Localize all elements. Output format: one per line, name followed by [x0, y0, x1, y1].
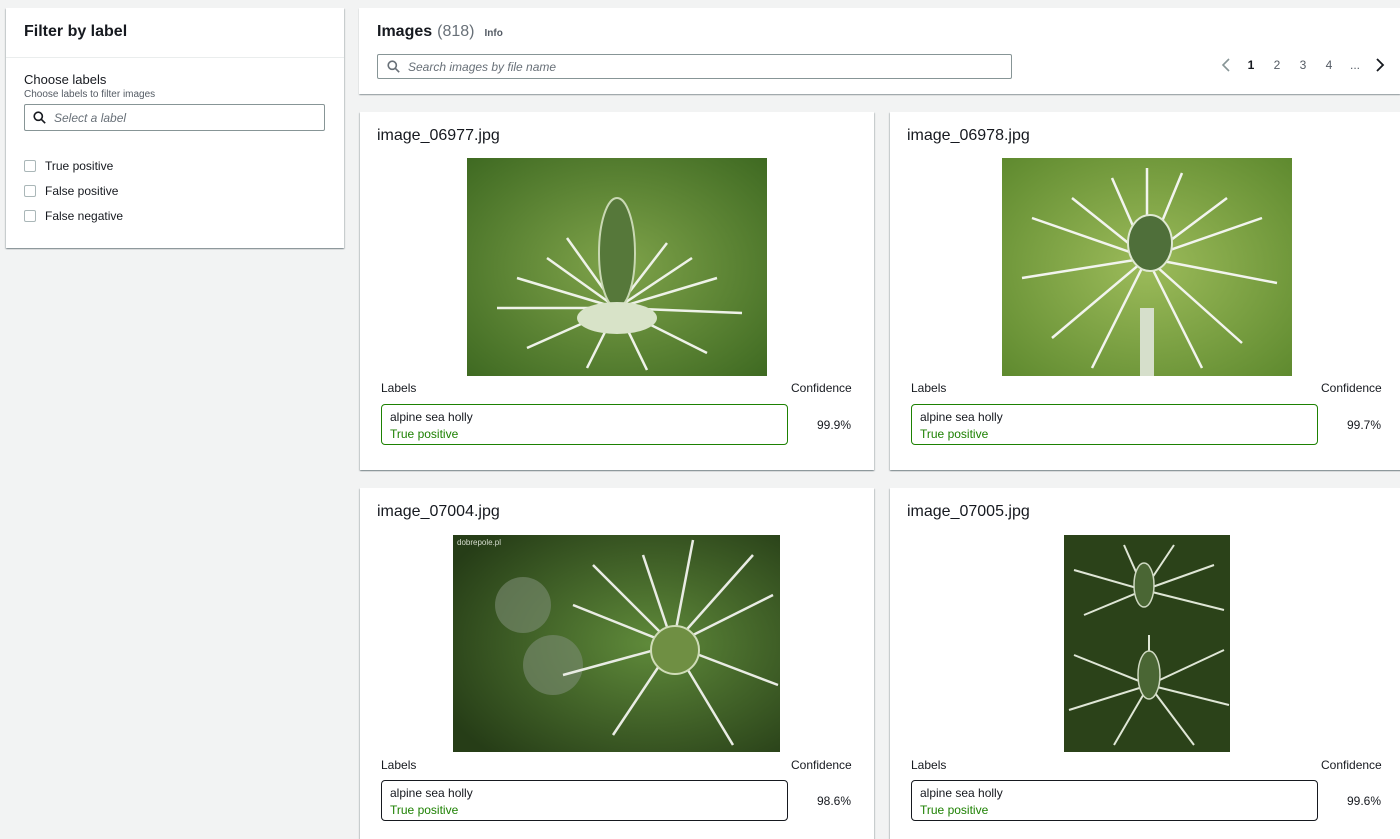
confidence-header: Confidence	[791, 758, 852, 772]
image-filename: image_07004.jpg	[377, 503, 500, 520]
image-search-input[interactable]: Search images by file name	[377, 54, 1012, 79]
confidence-value: 99.7%	[1347, 418, 1382, 432]
label-name: alpine sea holly	[390, 410, 473, 424]
filter-body: Choose labels Choose labels to filter im…	[6, 58, 344, 228]
images-count: (818)	[437, 23, 475, 40]
image-thumbnail[interactable]	[467, 158, 767, 376]
image-card: image_07004.jpg dobrepole.pl Labels Conf…	[360, 488, 874, 839]
label-select-input[interactable]: Select a label	[24, 104, 325, 131]
label-name: alpine sea holly	[390, 786, 473, 800]
image-thumbnail[interactable]: dobrepole.pl	[453, 535, 780, 752]
chevron-right-icon	[1376, 58, 1385, 72]
false-negative-label: False negative	[45, 208, 124, 223]
false-positive-option[interactable]: False positive	[24, 178, 326, 203]
images-title-row: Images (818) Info	[377, 23, 503, 41]
image-filename: image_07005.jpg	[907, 503, 1030, 520]
true-positive-label: True positive	[45, 158, 114, 173]
image-thumbnail[interactable]	[1064, 535, 1230, 752]
labels-header: Labels	[911, 758, 947, 772]
choose-labels-label: Choose labels	[24, 72, 107, 87]
confidence-value: 98.6%	[817, 794, 852, 808]
search-icon	[33, 111, 46, 124]
images-title: Images	[377, 23, 433, 40]
page-4-button[interactable]: 4	[1316, 58, 1342, 72]
labels-header: Labels	[381, 758, 417, 772]
label-result-box: alpine sea holly True positive	[911, 404, 1318, 445]
filter-title: Filter by label	[24, 23, 128, 40]
label-select-placeholder: Select a label	[54, 110, 127, 125]
image-card: image_06977.jpg Labels Confidence alpine…	[360, 112, 874, 470]
confidence-header: Confidence	[1321, 381, 1382, 395]
sea-holly-image	[1002, 158, 1292, 376]
sea-holly-image: dobrepole.pl	[453, 535, 780, 752]
search-icon	[387, 60, 400, 73]
page-3-button[interactable]: 3	[1290, 58, 1316, 72]
filter-panel: Filter by label Choose labels Choose lab…	[6, 8, 344, 248]
label-result-box: alpine sea holly True positive	[381, 404, 788, 445]
label-name: alpine sea holly	[920, 786, 1003, 800]
confidence-value: 99.6%	[1347, 794, 1382, 808]
page-1-button[interactable]: 1	[1238, 58, 1264, 72]
labels-header: Labels	[381, 381, 417, 395]
image-filename: image_06978.jpg	[907, 127, 1030, 144]
previous-page-button[interactable]	[1214, 58, 1238, 72]
label-result: True positive	[390, 803, 459, 817]
false-positive-label: False positive	[45, 183, 119, 198]
label-result: True positive	[390, 427, 459, 441]
image-filename: image_06977.jpg	[377, 127, 500, 144]
true-positive-checkbox[interactable]	[24, 159, 36, 172]
page: Filter by label Choose labels Choose lab…	[0, 0, 1400, 839]
confidence-header: Confidence	[791, 381, 852, 395]
label-result-box: alpine sea holly True positive	[911, 780, 1318, 821]
label-name: alpine sea holly	[920, 410, 1003, 424]
false-negative-option[interactable]: False negative	[24, 203, 326, 228]
choose-labels-description: Choose labels to filter images	[24, 89, 156, 100]
next-page-button[interactable]	[1368, 58, 1392, 72]
filter-header: Filter by label	[6, 8, 344, 58]
image-card: image_06978.jpg Labels Confidence alpine…	[890, 112, 1400, 470]
image-card: image_07005.jpg Labels Confidence alpine…	[890, 488, 1400, 839]
watermark-text: dobrepole.pl	[457, 538, 501, 547]
label-result: True positive	[920, 427, 989, 441]
false-negative-checkbox[interactable]	[24, 209, 36, 222]
label-result: True positive	[920, 803, 989, 817]
confidence-header: Confidence	[1321, 758, 1382, 772]
pagination: 1 2 3 4 ...	[1214, 58, 1392, 72]
label-result-box: alpine sea holly True positive	[381, 780, 788, 821]
images-header: Images (818) Info Search images by file …	[359, 8, 1400, 94]
confidence-value: 99.9%	[817, 418, 852, 432]
labels-header: Labels	[911, 381, 947, 395]
image-thumbnail[interactable]	[1002, 158, 1292, 376]
false-positive-checkbox[interactable]	[24, 184, 36, 197]
sea-holly-image	[467, 158, 767, 376]
info-link[interactable]: Info	[485, 28, 503, 39]
label-checkbox-list: True positive False positive False negat…	[24, 153, 326, 228]
true-positive-option[interactable]: True positive	[24, 153, 326, 178]
page-ellipsis: ...	[1349, 58, 1360, 72]
image-search-placeholder: Search images by file name	[408, 59, 557, 74]
page-2-button[interactable]: 2	[1264, 58, 1290, 72]
sea-holly-image	[1064, 535, 1230, 752]
chevron-left-icon	[1221, 58, 1230, 72]
